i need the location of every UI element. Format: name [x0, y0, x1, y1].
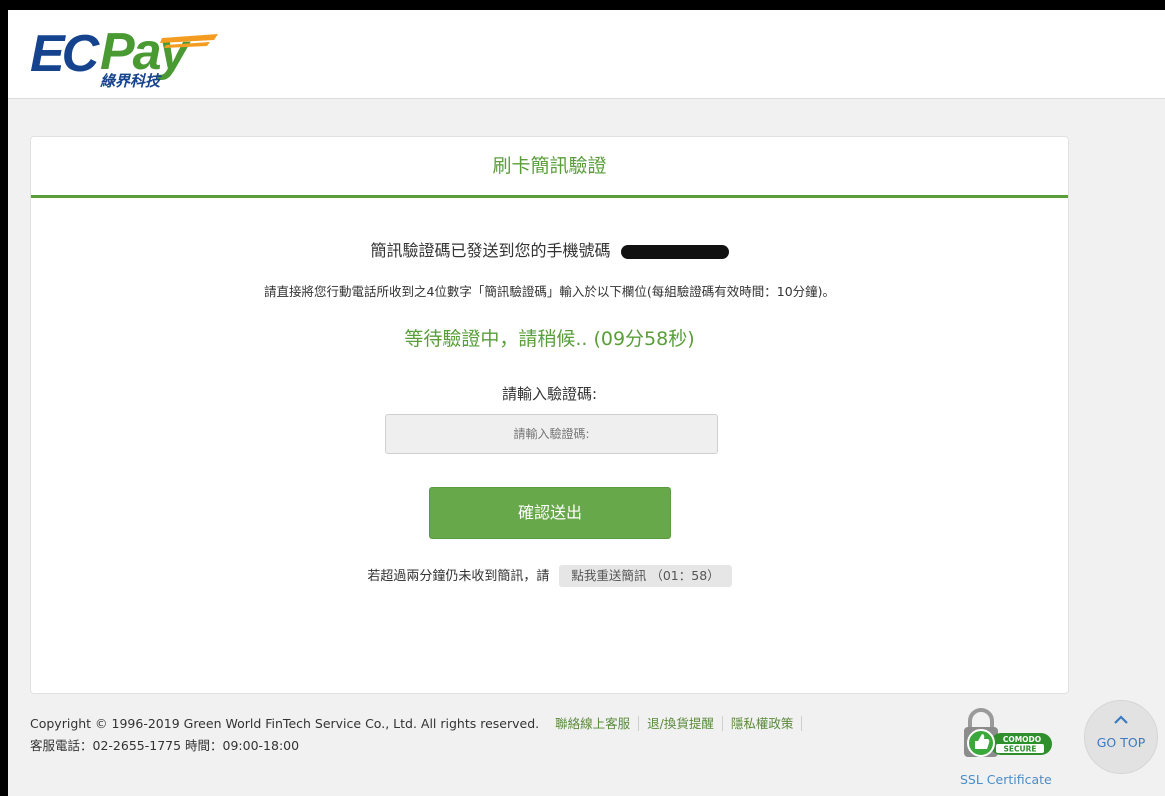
resend-row: 若超過兩分鐘仍未收到簡訊，請 點我重送簡訊 （01：58）: [31, 565, 1068, 589]
verification-code-input[interactable]: [385, 414, 718, 454]
waiting-status: 等待驗證中，請稍候.. (09分58秒): [404, 328, 695, 350]
sent-message-text: 簡訊驗證碼已發送到您的手機號碼: [370, 241, 611, 260]
redacted-phone-number: [620, 244, 729, 259]
browser-viewport: EC Pay 綠界科技 刷卡簡訊驗證 簡訊驗證碼已發送到您的手機號碼 請直接將您…: [8, 10, 1165, 796]
copyright-text: Copyright © 1996-2019 Green World FinTec…: [30, 716, 540, 731]
logo-subtitle: 綠界科技: [100, 72, 161, 90]
comodo-secure-badge-icon[interactable]: COMODO SECURE: [956, 705, 1056, 765]
card-title: 刷卡簡訊驗證: [31, 137, 1068, 198]
service-hours: 客服電話：02-2655-1775 時間：09:00-18:00: [30, 738, 300, 753]
resend-prompt: 若超過兩分鐘仍未收到簡訊，請: [367, 569, 550, 584]
ssl-certificate-link[interactable]: SSL Certificate: [960, 772, 1052, 788]
footer-link-customer-service[interactable]: 聯絡線上客服: [555, 716, 638, 731]
ssl-badge-bottom-text: SECURE: [1003, 745, 1036, 754]
submit-button[interactable]: 確認送出: [429, 487, 671, 539]
ecpay-logo[interactable]: EC Pay 綠界科技: [30, 23, 220, 94]
site-header: EC Pay 綠界科技: [8, 10, 1165, 99]
footer-links: 聯絡線上客服 退/換貨提醒 隱私權政策: [555, 716, 803, 731]
sms-verification-card: 刷卡簡訊驗證 簡訊驗證碼已發送到您的手機號碼 請直接將您行動電話所收到之4位數字…: [30, 136, 1069, 694]
logo-ec-text: EC: [30, 25, 99, 83]
go-top-button[interactable]: GO TOP: [1084, 700, 1158, 774]
logo-swoosh-icon: [160, 34, 218, 48]
ssl-badge-top-text: COMODO: [1003, 735, 1041, 744]
footer-link-privacy-policy[interactable]: 隱私權政策: [721, 716, 803, 731]
footer-link-return-reminder[interactable]: 退/換貨提醒: [638, 716, 722, 731]
footer-copyright-row: Copyright © 1996-2019 Green World FinTec…: [30, 714, 803, 734]
resend-sms-button[interactable]: 點我重送簡訊 （01：58）: [559, 565, 732, 587]
instruction-text: 請直接將您行動電話所收到之4位數字「簡訊驗證碼」輸入於以下欄位(每組驗證碼有效時…: [263, 284, 836, 299]
chevron-up-icon: [1114, 715, 1128, 724]
verification-code-label: 請輸入驗證碼:: [501, 385, 598, 403]
sent-message: 簡訊驗證碼已發送到您的手機號碼: [31, 239, 1068, 263]
go-top-label: GO TOP: [1096, 735, 1146, 750]
